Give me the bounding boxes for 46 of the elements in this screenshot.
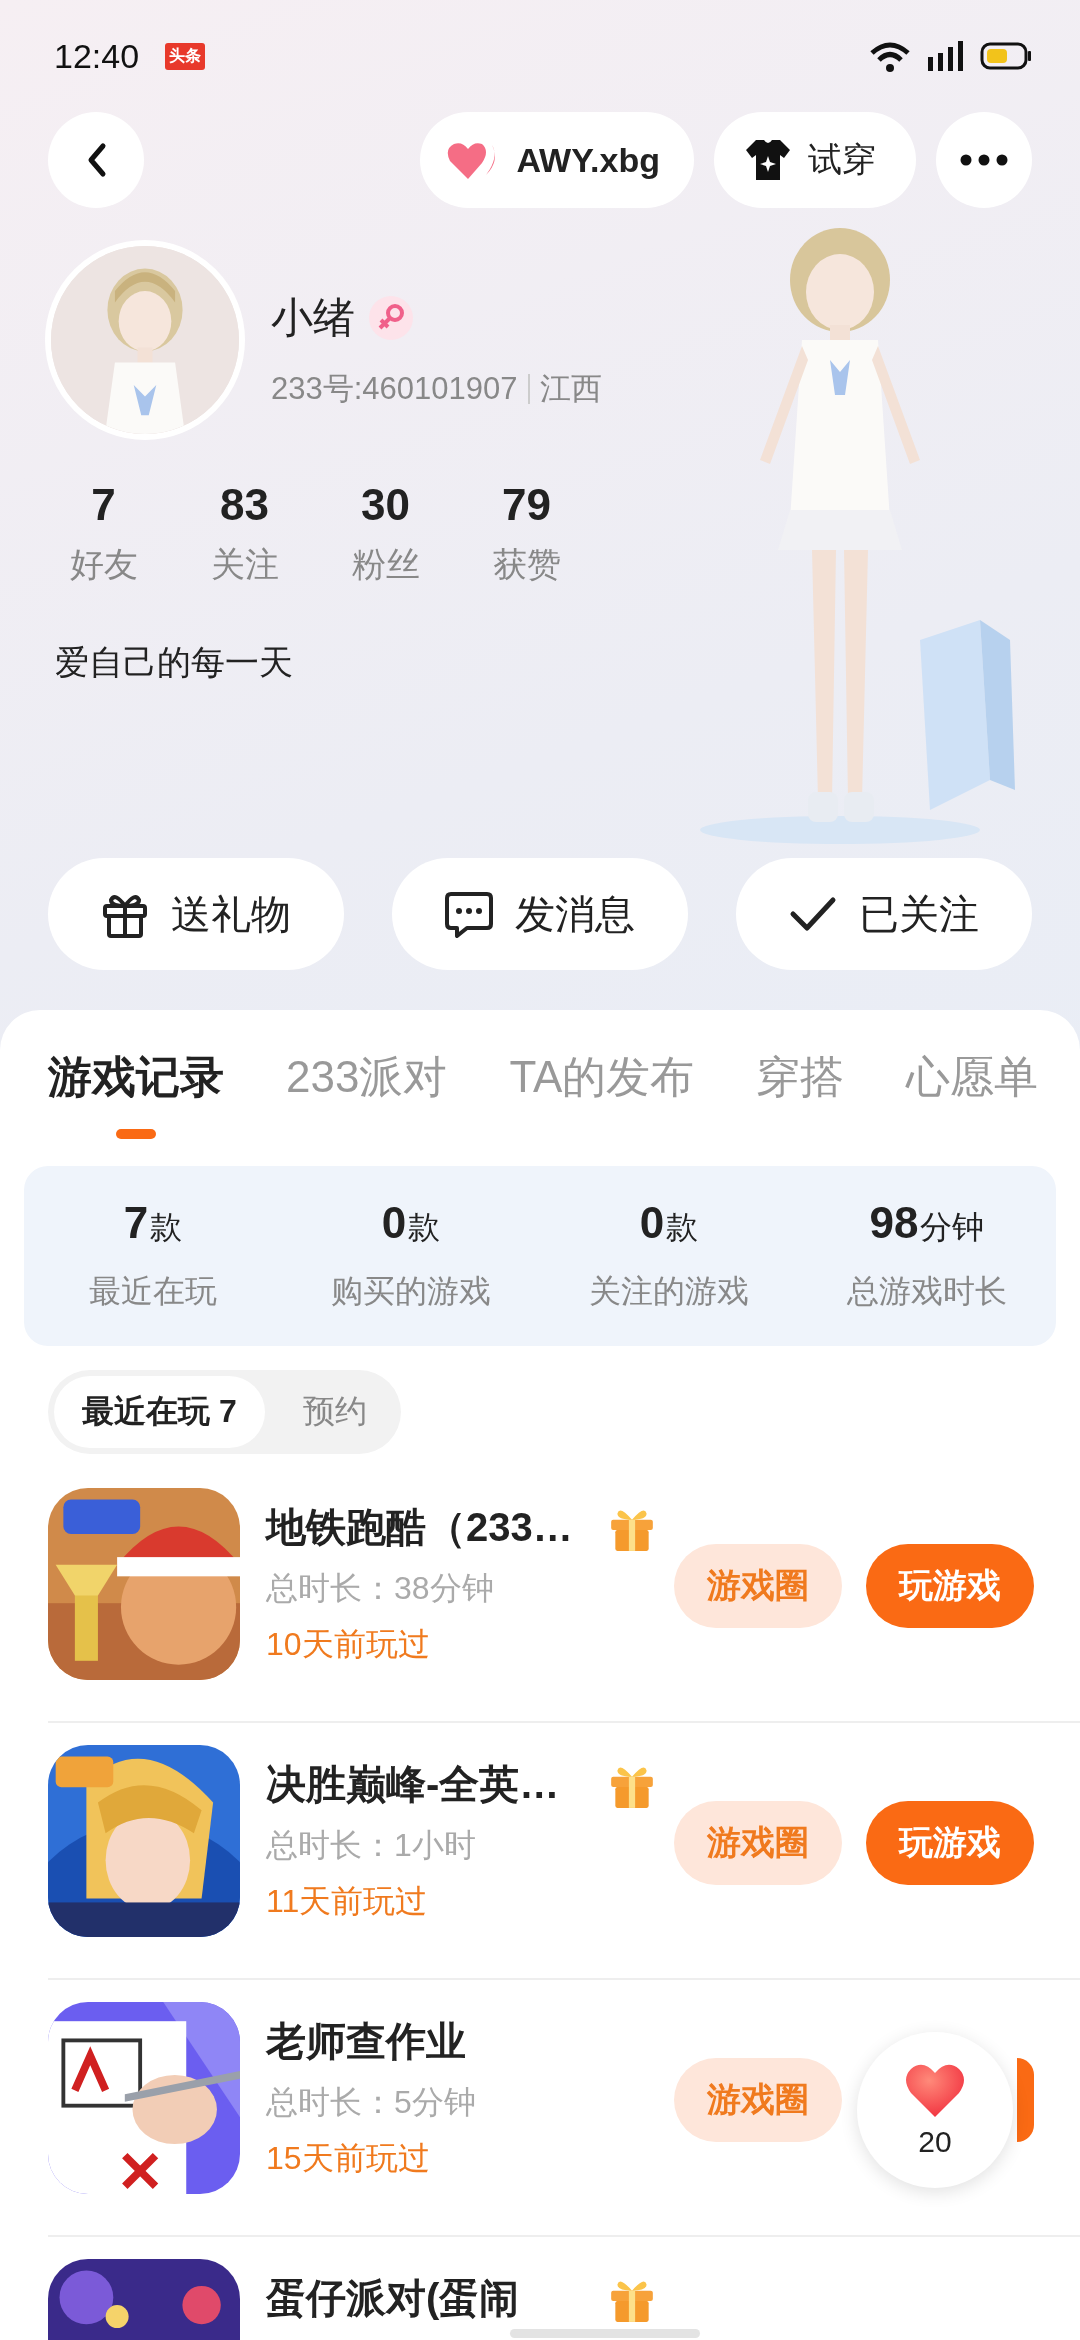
play-duration: 总时长：38分钟 bbox=[266, 1569, 495, 1608]
wifi-icon bbox=[868, 39, 912, 73]
message-button[interactable]: 发消息 bbox=[392, 858, 688, 970]
summary-label: 最近在玩 bbox=[89, 1272, 217, 1311]
last-played: 10天前玩过 bbox=[266, 1625, 431, 1664]
notification-badge: 头条 bbox=[165, 42, 206, 70]
stat-value[interactable]: 7 bbox=[91, 480, 116, 530]
stat-value[interactable]: 30 bbox=[361, 480, 410, 530]
summary-value: 0 bbox=[381, 1198, 407, 1248]
user-id: 233号:460101907 bbox=[271, 370, 518, 408]
try-on-button[interactable]: 试穿 bbox=[714, 112, 916, 208]
tab-indicator bbox=[116, 1129, 156, 1139]
friend-chip[interactable]: AWY.xbg bbox=[420, 112, 694, 208]
summary-value: 7 bbox=[123, 1198, 149, 1248]
summary-unit: 款 bbox=[408, 1208, 441, 1247]
stat-value[interactable]: 79 bbox=[502, 480, 551, 530]
battery-icon bbox=[980, 42, 1032, 70]
summary-value: 0 bbox=[639, 1198, 665, 1248]
summary-value: 98 bbox=[869, 1198, 919, 1248]
game-title[interactable]: 地铁跑酷（233… bbox=[266, 1500, 581, 1555]
followed-button[interactable]: 已关注 bbox=[736, 858, 1032, 970]
cellular-signal-icon bbox=[926, 39, 966, 73]
summary-label: 总游戏时长 bbox=[847, 1272, 1007, 1311]
play-duration: 总时长：5分钟 bbox=[266, 2083, 477, 2122]
summary-unit: 分钟 bbox=[920, 1208, 985, 1247]
summary-unit: 款 bbox=[150, 1208, 183, 1247]
user-bio: 爱自己的每一天 bbox=[54, 642, 293, 683]
user-name: 小绪 bbox=[271, 293, 355, 343]
user-region: 江西 bbox=[539, 370, 602, 408]
play-duration: 总时长：1小时 bbox=[266, 1826, 477, 1865]
stat-value[interactable]: 83 bbox=[220, 480, 269, 530]
summary-unit: 款 bbox=[666, 1208, 699, 1247]
last-played: 11天前玩过 bbox=[266, 1882, 429, 1921]
game-title[interactable]: 老师查作业 bbox=[266, 2014, 581, 2069]
summary-label: 购买的游戏 bbox=[331, 1272, 491, 1311]
tab[interactable]: 游戏记录 bbox=[48, 1048, 224, 1139]
game-title[interactable]: 蛋仔派对(蛋闹 bbox=[266, 2271, 581, 2326]
filter-tab[interactable]: 最近在玩 7 bbox=[54, 1376, 265, 1448]
summary-label: 关注的游戏 bbox=[589, 1272, 749, 1311]
send-gift-button[interactable]: 送礼物 bbox=[48, 858, 344, 970]
last-played: 15天前玩过 bbox=[266, 2139, 431, 2178]
status-time: 12:40 bbox=[54, 36, 140, 76]
t-shirt-icon bbox=[744, 138, 792, 182]
more-icon bbox=[960, 154, 1008, 166]
game-title[interactable]: 决胜巅峰-全英… bbox=[266, 1757, 581, 1812]
play-game-button[interactable] bbox=[1017, 2058, 1034, 2142]
